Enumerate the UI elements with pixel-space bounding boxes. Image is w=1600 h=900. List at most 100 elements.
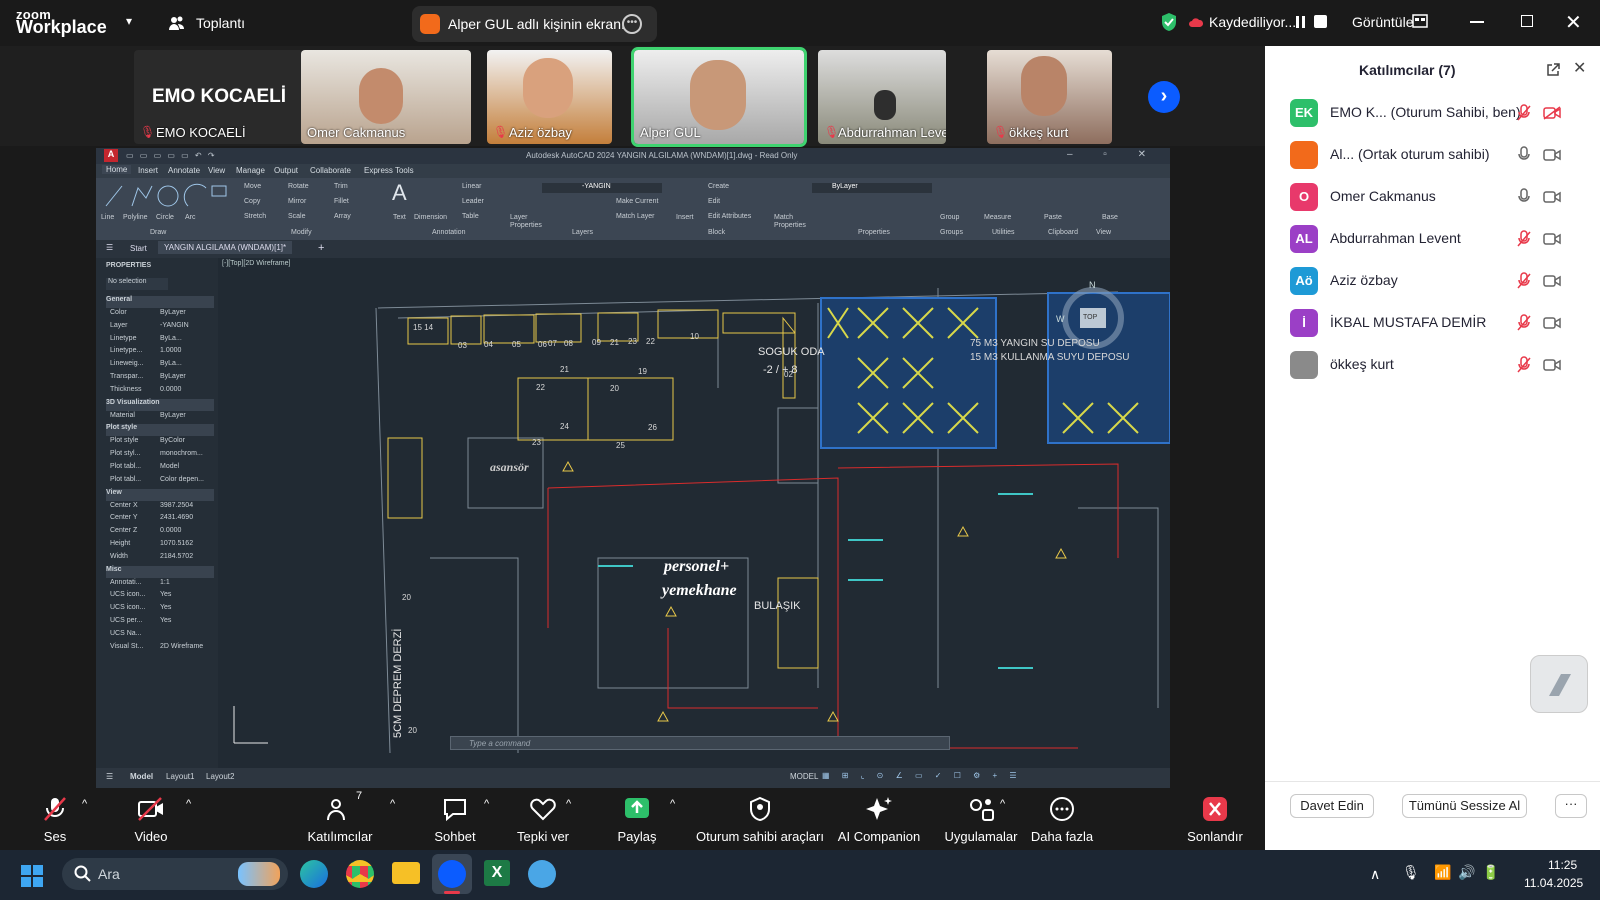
chevron-down-icon[interactable]: ▾ <box>126 14 132 28</box>
layer-dropdown[interactable]: -YANGIN <box>542 183 662 193</box>
video-button[interactable]: Video <box>116 790 186 850</box>
thumbnail-abdurrahman-levent[interactable]: 🎙 Abdurrahman Levent <box>818 50 946 144</box>
maps-icon[interactable] <box>528 860 556 888</box>
array-tool[interactable]: Array <box>334 213 351 220</box>
ai-companion-button[interactable]: AI Companion <box>836 790 922 850</box>
apps-options-chevron[interactable]: ^ <box>1000 798 1005 810</box>
new-tab-icon[interactable]: + <box>318 242 324 254</box>
meeting-menu[interactable]: Toplantı <box>168 12 268 36</box>
stretch-tool[interactable]: Stretch <box>244 213 266 220</box>
mic-muted-icon[interactable] <box>1517 272 1531 290</box>
video-icon[interactable] <box>1543 148 1561 162</box>
battery-icon[interactable]: 🔋 <box>1482 864 1499 881</box>
mic-icon[interactable] <box>1517 188 1531 206</box>
props-row[interactable]: UCS icon... Yes <box>110 591 214 603</box>
end-meeting-button[interactable]: Sonlandır <box>1180 790 1250 850</box>
tab-output[interactable]: Output <box>274 166 298 175</box>
close-window-button[interactable]: ✕ <box>1565 10 1582 35</box>
mic-tray-icon[interactable]: 🎙 <box>1402 864 1420 881</box>
thumbnail-emo-kocaeli[interactable]: EMO KOCAELİ EMO KOCAELİ 🎙 <box>134 50 304 144</box>
mirror-tool[interactable]: Mirror <box>288 198 306 205</box>
thumbnail-aziz-ozbay[interactable]: 🎙 Aziz özbay <box>487 50 612 144</box>
tab-manage[interactable]: Manage <box>236 166 265 175</box>
chrome-icon[interactable] <box>346 860 374 888</box>
props-row[interactable]: UCS per... Yes <box>110 617 214 629</box>
wifi-icon[interactable]: 📶 <box>1434 864 1451 881</box>
participant-row[interactable]: O Omer Cakmanus <box>1265 176 1600 218</box>
tab-model[interactable]: Model <box>130 772 153 781</box>
share-options-chevron[interactable]: ^ <box>670 798 675 810</box>
scale-tool[interactable]: Scale <box>288 213 306 220</box>
audio-button[interactable]: Ses <box>20 790 90 850</box>
apps-button[interactable]: Uygulamalar <box>938 790 1024 850</box>
status-toggles[interactable]: ▦ ⊞ ⌞ ⊙ ∠ ▭ ✓ ☐ ⚙ + ☰ <box>822 771 1022 780</box>
minimize-button[interactable] <box>1470 21 1484 23</box>
menu-icon[interactable]: ☰ <box>106 243 113 252</box>
taskbar-search[interactable]: Ara <box>62 858 288 890</box>
props-row[interactable]: Lineweig... ByLa... <box>110 360 214 372</box>
whiteboard-floating-icon[interactable] <box>1530 655 1588 713</box>
tab-view[interactable]: View <box>208 166 225 175</box>
mic-muted-icon[interactable] <box>1517 230 1531 248</box>
props-row[interactable]: Transpar... ByLayer <box>110 373 214 385</box>
props-row[interactable]: Plot styl... monochrom... <box>110 450 214 462</box>
edge-icon[interactable] <box>300 860 328 888</box>
mic-muted-icon[interactable] <box>1517 356 1531 374</box>
draw-tools-icons[interactable] <box>102 180 232 212</box>
pause-recording-button[interactable] <box>1294 14 1308 30</box>
tab-layout1[interactable]: Layout1 <box>166 772 194 781</box>
tab-drawing-file[interactable]: YANGIN ALGILAMA (WNDAM)[1]* <box>158 241 293 254</box>
drawing-canvas[interactable]: [-][Top][2D Wireframe] SOGUK ODA -2 / + … <box>218 258 1170 768</box>
participant-row[interactable]: Aö Aziz özbay <box>1265 260 1600 302</box>
share-indicator-pill[interactable]: Alper GUL adlı kişinin ekranı ••• <box>412 6 657 42</box>
video-icon[interactable] <box>1543 316 1561 330</box>
thumbnail-omer-cakmanus[interactable]: Omer Cakmanus <box>301 50 471 144</box>
video-icon[interactable] <box>1543 232 1561 246</box>
selection-dropdown[interactable]: No selection <box>106 278 168 290</box>
participants-options-chevron[interactable]: ^ <box>390 798 395 810</box>
tab-insert[interactable]: Insert <box>138 166 158 175</box>
shield-check-icon[interactable] <box>1160 12 1178 32</box>
excel-icon[interactable]: X <box>484 860 510 886</box>
stop-recording-button[interactable] <box>1314 15 1327 28</box>
participant-row[interactable]: ökkeş kurt <box>1265 344 1600 386</box>
video-icon[interactable] <box>1543 190 1561 204</box>
pop-out-icon[interactable] <box>1545 62 1561 78</box>
command-line[interactable]: Type a command <box>450 736 950 750</box>
color-dropdown[interactable]: ByLayer <box>812 183 932 193</box>
video-off-icon[interactable] <box>1543 106 1561 120</box>
props-row[interactable]: Layer -YANGIN <box>110 322 214 334</box>
close-panel-icon[interactable]: ✕ <box>1573 58 1586 78</box>
move-tool[interactable]: Move <box>244 183 261 190</box>
props-row[interactable]: Width 2184.5702 <box>110 553 214 565</box>
tab-home[interactable]: Home <box>102 165 132 174</box>
thumbnail-okkes-kurt[interactable]: 🎙 ökkeş kurt <box>987 50 1112 144</box>
props-row[interactable]: Height 1070.5162 <box>110 540 214 552</box>
fillet-tool[interactable]: Fillet <box>334 198 349 205</box>
props-row[interactable]: Thickness 0.0000 <box>110 386 214 398</box>
props-row[interactable]: Center X 3987.2504 <box>110 502 214 514</box>
next-thumbnails-button[interactable]: › <box>1148 81 1180 113</box>
props-section-header[interactable]: 3D Visualization <box>106 398 214 411</box>
tab-express-tools[interactable]: Express Tools <box>364 166 414 175</box>
props-row[interactable]: UCS icon... Yes <box>110 604 214 616</box>
participants-button[interactable]: 7 Katılımcılar <box>300 790 380 850</box>
autocad-window-controls[interactable]: – ▫ ✕ <box>1067 149 1160 160</box>
view-menu[interactable]: Görüntüle <box>1352 14 1413 30</box>
props-row[interactable]: Visual St... 2D Wireframe <box>110 643 214 655</box>
props-section-header[interactable]: Misc <box>106 565 214 578</box>
volume-icon[interactable]: 🔊 <box>1458 864 1475 881</box>
mic-icon[interactable] <box>1517 146 1531 164</box>
invite-button[interactable]: Davet Edin <box>1290 794 1374 818</box>
mute-all-button[interactable]: Tümünü Sessize Al <box>1402 794 1527 818</box>
panel-more-button[interactable]: ··· <box>1555 794 1587 818</box>
props-row[interactable]: Plot tabl... Color depen... <box>110 476 214 488</box>
participant-row[interactable]: İ İKBAL MUSTAFA DEMİR <box>1265 302 1600 344</box>
video-options-chevron[interactable]: ^ <box>186 798 191 810</box>
video-icon[interactable] <box>1543 358 1561 372</box>
video-icon[interactable] <box>1543 274 1561 288</box>
react-options-chevron[interactable]: ^ <box>566 798 571 810</box>
clock-date[interactable]: 11.04.2025 <box>1524 876 1583 890</box>
participant-row[interactable]: AL Abdurrahman Levent <box>1265 218 1600 260</box>
props-section-header[interactable]: View <box>106 488 214 501</box>
